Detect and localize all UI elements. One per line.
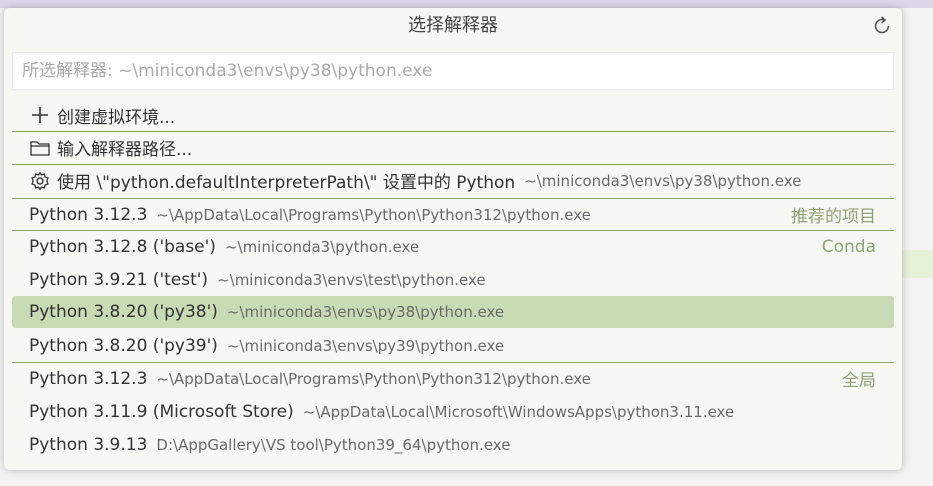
interpreter-item[interactable]: Python 3.12.8 ('base') ~\miniconda3\pyth… [12, 230, 894, 262]
item-label: 输入解释器路径... [57, 140, 193, 160]
interpreter-quick-pick: 选择解释器 创建虚拟环境... 输入解释器路径... 使用 \"python. [4, 8, 902, 470]
interpreter-label: Python 3.9.13 [29, 435, 148, 455]
interpreter-item[interactable]: Python 3.8.20 ('py39') ~\miniconda3\envs… [12, 330, 894, 362]
interpreter-path: ~\AppData\Local\Microsoft\WindowsApps\py… [302, 403, 735, 421]
group-label-global: 全局 [842, 371, 876, 391]
item-description: ~\miniconda3\envs\py38\python.exe [524, 171, 802, 190]
interpreter-label: Python 3.8.20 ('py39') [29, 336, 218, 356]
interpreter-item[interactable]: Python 3.11.9 (Microsoft Store) ~\AppDat… [12, 396, 894, 428]
interpreter-path: ~\miniconda3\envs\py39\python.exe [226, 337, 505, 355]
interpreter-path: ~\AppData\Local\Programs\Python\Python31… [156, 205, 591, 224]
interpreter-item[interactable]: Python 3.9.21 ('test') ~\miniconda3\envs… [12, 264, 894, 296]
interpreter-path: ~\miniconda3\envs\py38\python.exe [226, 303, 505, 321]
interpreter-label: Python 3.8.20 ('py38') [29, 302, 218, 322]
default-interpreter-path-item[interactable]: 使用 \"python.defaultInterpreterPath\" 设置中… [12, 164, 894, 196]
gear-icon [29, 170, 51, 192]
interpreter-label: Python 3.12.8 ('base') [29, 236, 216, 257]
interpreter-item[interactable]: Python 3.12.3 ~\AppData\Local\Programs\P… [12, 198, 894, 230]
item-label: 使用 \"python.defaultInterpreterPath\" 设置中… [57, 173, 516, 193]
interpreter-path: D:\AppGallery\VS tool\Python39_64\python… [156, 436, 511, 454]
create-venv-item[interactable]: 创建虚拟环境... [12, 99, 894, 131]
group-label-recommended: 推荐的项目 [791, 207, 876, 227]
interpreter-label: Python 3.11.9 (Microsoft Store) [29, 402, 294, 422]
interpreter-item-selected[interactable]: Python 3.8.20 ('py38') ~\miniconda3\envs… [12, 296, 894, 328]
interpreter-label: Python 3.12.3 [29, 204, 148, 225]
editor-top-band [0, 0, 933, 8]
item-label: 创建虚拟环境... [57, 107, 176, 128]
refresh-icon [870, 16, 894, 42]
folder-icon [29, 137, 51, 159]
enter-interpreter-path-item[interactable]: 输入解释器路径... [12, 131, 894, 163]
interpreter-item[interactable]: Python 3.12.3 ~\AppData\Local\Programs\P… [12, 362, 894, 394]
interpreter-search-input[interactable] [12, 52, 894, 90]
interpreter-label: Python 3.9.21 ('test') [29, 270, 209, 290]
interpreter-path: ~\miniconda3\envs\test\python.exe [217, 271, 486, 289]
interpreter-path: ~\miniconda3\python.exe [224, 237, 420, 256]
interpreter-path: ~\AppData\Local\Programs\Python\Python31… [156, 369, 591, 388]
interpreter-label: Python 3.12.3 [29, 368, 148, 389]
plus-icon [29, 104, 51, 126]
refresh-button[interactable] [870, 14, 894, 38]
quick-pick-title: 选择解释器 [408, 15, 498, 36]
group-label-conda: Conda [821, 236, 876, 257]
interpreter-item[interactable]: Python 3.9.13 D:\AppGallery\VS tool\Pyth… [12, 429, 894, 461]
